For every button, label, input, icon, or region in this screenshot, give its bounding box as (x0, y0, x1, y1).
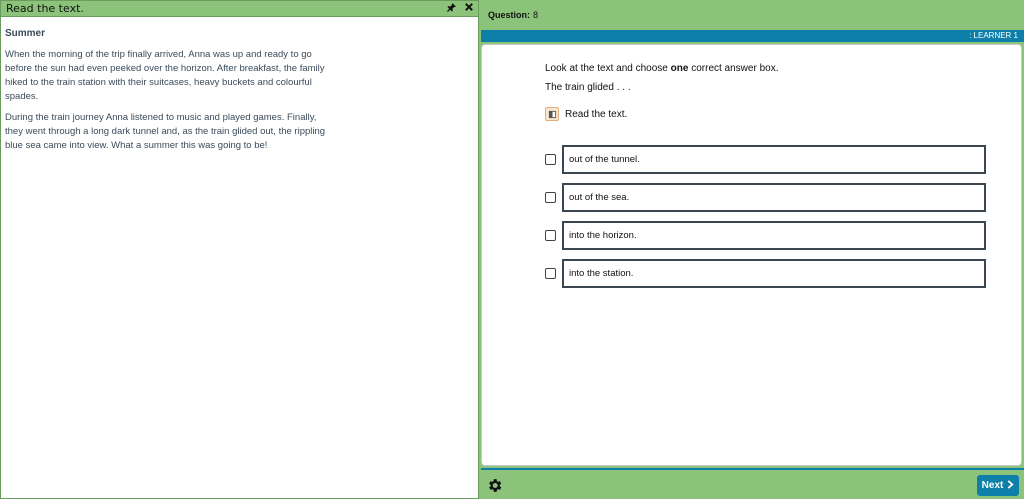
question-stem: The train glided . . . (545, 82, 631, 93)
question-instruction: Look at the text and choose one correct … (545, 63, 778, 74)
question-panel: Look at the text and choose one correct … (481, 44, 1022, 466)
question-number: 8 (533, 10, 539, 20)
reading-header-controls (447, 2, 473, 15)
reading-title: Summer (5, 28, 46, 39)
answer-checkbox[interactable] (545, 230, 556, 241)
reading-text: Summer When the morning of the trip fina… (1, 17, 331, 170)
reading-paragraph: When the morning of the trip finally arr… (5, 49, 325, 102)
answer-option: into the station. (545, 259, 986, 288)
answer-options: out of the tunnel. out of the sea. into … (545, 145, 986, 297)
answer-box[interactable]: into the horizon. (562, 221, 986, 250)
read-text-link[interactable]: Read the text. (545, 107, 627, 121)
chevron-right-icon (1007, 479, 1014, 492)
bottom-toolbar: Next (481, 468, 1024, 499)
answer-option: out of the tunnel. (545, 145, 986, 174)
answer-option: into the horizon. (545, 221, 986, 250)
answer-box[interactable]: out of the tunnel. (562, 145, 986, 174)
instruction-emphasis: one (670, 63, 689, 74)
book-icon (545, 107, 559, 121)
next-button[interactable]: Next (977, 475, 1019, 496)
close-icon[interactable] (465, 3, 473, 14)
answer-option: out of the sea. (545, 183, 986, 212)
answer-box[interactable]: out of the sea. (562, 183, 986, 212)
answer-checkbox[interactable] (545, 154, 556, 165)
read-text-label: Read the text. (565, 108, 628, 120)
instruction-text: Look at the text and choose (545, 63, 668, 74)
question-label: Question: (488, 10, 530, 20)
learner-bar: : LEARNER 1 (481, 30, 1024, 42)
answer-box[interactable]: into the station. (562, 259, 986, 288)
reading-panel-header: Read the text. (1, 1, 478, 17)
answer-checkbox[interactable] (545, 192, 556, 203)
question-header-bar: Question: 8 (481, 0, 1024, 30)
reading-panel-title: Read the text. (6, 2, 84, 15)
instruction-text-end: correct answer box. (691, 63, 779, 74)
next-button-label: Next (981, 480, 1004, 491)
answer-checkbox[interactable] (545, 268, 556, 279)
reading-paragraph: During the train journey Anna listened t… (5, 112, 326, 151)
gear-icon[interactable] (486, 477, 503, 494)
pin-icon[interactable] (447, 2, 456, 15)
reading-panel: Read the text. Summer When the morning o… (0, 0, 479, 499)
